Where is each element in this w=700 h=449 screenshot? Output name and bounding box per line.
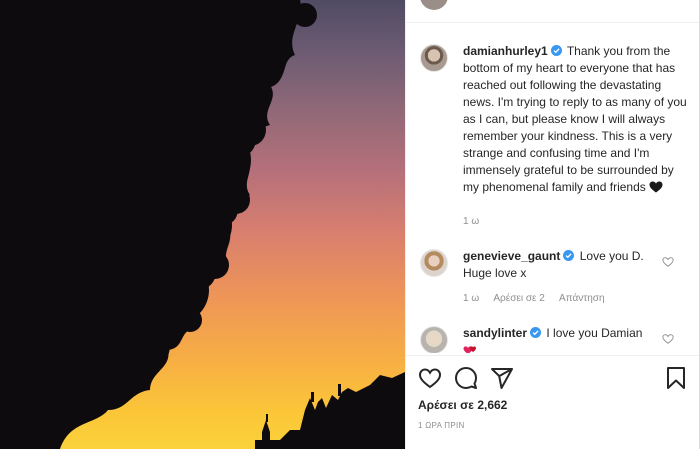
reply-button[interactable]: Απάντηση <box>559 293 604 304</box>
post-timestamp[interactable]: 1 ΩΡΑ ΠΡΙΝ <box>418 421 465 430</box>
black-heart-emoji <box>649 181 663 193</box>
red-hearts-emoji <box>463 346 476 353</box>
header-avatar[interactable] <box>420 0 448 10</box>
comment-username[interactable]: damianhurley1 <box>463 44 548 58</box>
avatar[interactable] <box>420 326 448 353</box>
comment-username[interactable]: genevieve_gaunt <box>463 249 560 263</box>
verified-badge-icon <box>550 45 562 56</box>
verified-badge-icon <box>530 327 542 338</box>
likes-count[interactable]: Αρέσει σε 2,662 <box>418 398 507 412</box>
tree-silhouette-image <box>0 0 405 449</box>
like-comment-heart-icon[interactable] <box>662 256 674 268</box>
comment-time[interactable]: 1 ω <box>463 216 479 227</box>
comment-time[interactable]: 1 ω <box>463 293 479 304</box>
comment-likes[interactable]: Αρέσει σε 2 <box>493 293 544 304</box>
avatar[interactable] <box>420 249 448 277</box>
list-item: sandylinter I love you Damian <box>463 325 663 353</box>
comment-meta: 1 ω Αρέσει σε 2 Απάντηση <box>463 293 617 304</box>
heart-outline-icon[interactable] <box>418 366 442 390</box>
like-comment-heart-icon[interactable] <box>662 333 674 345</box>
avatar[interactable] <box>420 44 448 72</box>
comment-text: I love you Damian <box>546 326 643 340</box>
comment-username[interactable]: sandylinter <box>463 326 527 340</box>
post-photo <box>0 0 405 449</box>
comments-list[interactable]: damianhurley1 Thank you from the bottom … <box>406 23 700 353</box>
comments-panel: damianhurley1 Thank you from the bottom … <box>406 0 700 449</box>
verified-badge-icon <box>563 250 575 261</box>
caption-meta: 1 ω <box>463 216 491 227</box>
paper-plane-icon[interactable] <box>490 366 514 390</box>
post-header <box>406 0 700 23</box>
actions-divider <box>406 355 700 356</box>
speech-bubble-icon[interactable] <box>454 366 478 390</box>
caption-text: Thank you from the bottom of my heart to… <box>463 44 687 194</box>
bookmark-icon[interactable] <box>664 366 688 390</box>
list-item: genevieve_gaunt Love you D. Huge love x <box>463 248 663 282</box>
caption-comment: damianhurley1 Thank you from the bottom … <box>463 43 691 196</box>
